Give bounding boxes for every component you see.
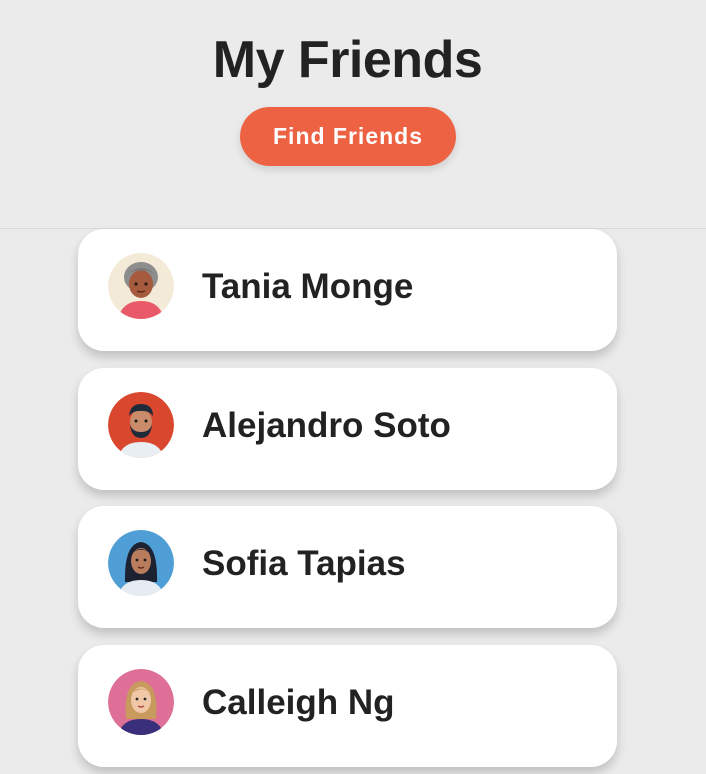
friend-name: Calleigh Ng — [202, 683, 395, 722]
friend-name: Tania Monge — [202, 267, 414, 306]
friend-name: Alejandro Soto — [202, 406, 451, 445]
find-friends-button[interactable]: Find Friends — [240, 107, 456, 166]
friend-card-alejandro-soto[interactable]: Alejandro Soto — [78, 368, 617, 490]
page-header: My Friends Find Friends — [0, 0, 706, 229]
avatar-dark-haired-woman-icon — [108, 530, 174, 596]
avatar-blonde-woman-icon — [108, 669, 174, 735]
friend-card-calleigh-ng[interactable]: Calleigh Ng — [78, 645, 617, 767]
avatar-bearded-man-icon — [108, 392, 174, 458]
avatar-gray-haired-woman-icon — [108, 253, 174, 319]
friend-name: Sofia Tapias — [202, 544, 406, 583]
friend-card-sofia-tapias[interactable]: Sofia Tapias — [78, 506, 617, 628]
friend-card-tania-monge[interactable]: Tania Monge — [78, 229, 617, 351]
page-title: My Friends — [212, 31, 483, 89]
